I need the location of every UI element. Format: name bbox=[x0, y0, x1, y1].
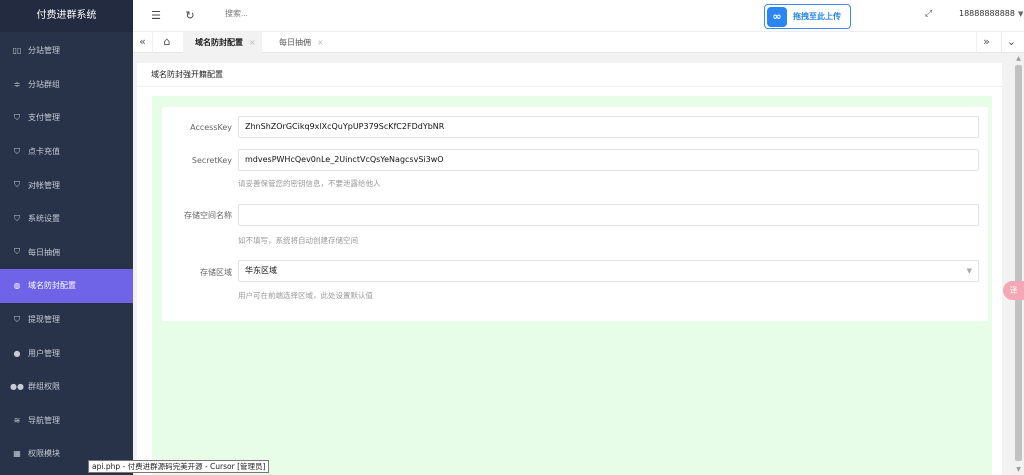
sidebar-menu: ▯▯ 分站管理 ≑ 分站群组 ⛉ 支付管理 ⛉ 点卡充值 ⛉ 对帐管理 ⛉ 系统设置 ⛉ 每日… bbox=[0, 34, 133, 471]
menu-toggle-icon[interactable]: ☰ bbox=[149, 9, 163, 23]
sidebar-item-site-groups[interactable]: ≑ 分站群组 bbox=[0, 68, 133, 102]
sidebar-item-withdrawal[interactable]: ⛉ 提现管理 bbox=[0, 303, 133, 337]
tab-label: 每日抽佣 bbox=[279, 38, 311, 47]
sliders-icon: ≑ bbox=[13, 79, 21, 89]
vertical-scrollbar[interactable]: ▲ ▼ bbox=[1013, 54, 1024, 475]
translate-float-button[interactable]: 译 bbox=[1003, 281, 1024, 300]
columns-icon: ▯▯ bbox=[12, 46, 22, 56]
search-input[interactable] bbox=[225, 9, 345, 18]
sidebar-item-label: 每日抽佣 bbox=[28, 247, 60, 257]
sidebar-item-site-management[interactable]: ▯▯ 分站管理 bbox=[0, 34, 133, 68]
tab-label: 域名防封配置 bbox=[195, 38, 243, 47]
bucket-label: 存储空间名称 bbox=[184, 211, 232, 220]
sidebar-item-label: 权限模块 bbox=[28, 449, 60, 459]
region-value: 华东区域 bbox=[245, 266, 277, 275]
cloud-logo-icon: ∞ bbox=[767, 6, 787, 27]
sidebar-item-payment[interactable]: ⛉ 支付管理 bbox=[0, 101, 133, 135]
sidebar-item-navigation[interactable]: ≋ 导航管理 bbox=[0, 404, 133, 438]
scroll-down-icon[interactable]: ▼ bbox=[1013, 465, 1024, 475]
secret-key-label: SecretKey bbox=[191, 156, 232, 165]
secret-key-help: 请妥善保管您的密钥信息，不要泄露给他人 bbox=[238, 179, 381, 188]
scrollbar-thumb[interactable] bbox=[1015, 65, 1022, 461]
top-header: ☰ ↻ ∞ 拖拽至此上传 ⤢ 18888888888▼ bbox=[133, 0, 1024, 32]
username: 18888888888 bbox=[959, 9, 1015, 18]
sidebar-item-daily-commission[interactable]: ⛉ 每日抽佣 bbox=[0, 236, 133, 270]
region-help: 用户可在前端选择区域，此处设置默认值 bbox=[238, 291, 373, 300]
translate-icon: 译 bbox=[1009, 286, 1018, 295]
layers-icon: ≋ bbox=[13, 415, 21, 425]
tabs-scroll-right-icon[interactable]: » bbox=[976, 32, 996, 53]
sidebar-item-label: 域名防封配置 bbox=[28, 281, 76, 291]
config-card: 域名防封強开籍配置 AccessKey ZhnShZOrGCikq9xlXcQu… bbox=[137, 63, 1002, 475]
sidebar-item-label: 用户管理 bbox=[28, 348, 60, 358]
sidebar-item-label: 群组权限 bbox=[28, 382, 60, 392]
card-title: 域名防封強开籍配置 bbox=[137, 63, 1002, 87]
sidebar-item-reconciliation[interactable]: ⛉ 对帐管理 bbox=[0, 168, 133, 202]
region-label: 存储区域 bbox=[200, 268, 232, 277]
shield-check-icon: ⛉ bbox=[14, 180, 20, 190]
sidebar: 付费进群系统 ▯▯ 分站管理 ≑ 分站群组 ⛉ 支付管理 ⛉ 点卡充值 ⛉ 对帐管理 ⛉ 系… bbox=[0, 0, 133, 475]
bucket-input[interactable] bbox=[238, 204, 979, 226]
shield-check-icon: ⛉ bbox=[14, 213, 20, 223]
users-icon: ●● bbox=[10, 382, 24, 392]
form-panel: AccessKey ZhnShZOrGCikq9xlXcQuYpUP379ScK… bbox=[162, 107, 988, 321]
scroll-up-icon[interactable]: ▲ bbox=[1013, 54, 1024, 64]
sidebar-item-label: 导航管理 bbox=[28, 415, 60, 425]
tab-domain-config[interactable]: 域名防封配置 × bbox=[183, 32, 262, 53]
shield-check-icon: ⛉ bbox=[14, 112, 20, 122]
access-key-input[interactable]: ZhnShZOrGCikq9xlXcQuYpUP379ScKfC2FDdYbNR bbox=[238, 116, 979, 138]
sidebar-item-domain-config[interactable]: ◍ 域名防封配置 bbox=[0, 269, 133, 303]
sidebar-item-label: 分站群组 bbox=[28, 79, 60, 89]
chevron-down-icon: ▼ bbox=[1018, 10, 1024, 18]
shield-check-icon: ⛉ bbox=[14, 146, 20, 156]
main-content: 域名防封強开籍配置 AccessKey ZhnShZOrGCikq9xlXcQu… bbox=[133, 54, 1013, 475]
tabs-dropdown-icon[interactable]: ⌄ bbox=[1001, 32, 1021, 53]
chevron-down-icon: ▼ bbox=[966, 267, 972, 275]
region-select[interactable]: 华东区域 ▼ bbox=[238, 260, 979, 282]
close-icon[interactable]: × bbox=[317, 38, 324, 47]
tabs-scroll-left-icon[interactable]: « bbox=[133, 32, 153, 53]
upload-label: 拖拽至此上传 bbox=[793, 12, 841, 21]
sidebar-item-label: 系统设置 bbox=[28, 214, 60, 224]
sidebar-item-label: 支付管理 bbox=[28, 113, 60, 123]
sidebar-item-system-settings[interactable]: ⛉ 系统设置 bbox=[0, 202, 133, 236]
grid-icon: ▦ bbox=[13, 449, 21, 459]
globe-icon: ◍ bbox=[13, 281, 21, 291]
home-tab-icon[interactable]: ⌂ bbox=[157, 32, 177, 53]
tab-bar: « ⌂ 域名防封配置 × 每日抽佣 × » ⌄ bbox=[133, 32, 1024, 53]
window-tooltip: api.php - 付费进群源码完美开源 - Cursor [管理员] bbox=[88, 460, 270, 473]
sidebar-item-label: 分站管理 bbox=[28, 46, 60, 56]
refresh-icon[interactable]: ↻ bbox=[183, 9, 197, 23]
sidebar-item-label: 提现管理 bbox=[28, 315, 60, 325]
sidebar-item-users[interactable]: ● 用户管理 bbox=[0, 336, 133, 370]
close-icon[interactable]: × bbox=[249, 38, 256, 47]
drag-upload-button[interactable]: ∞ 拖拽至此上传 bbox=[764, 4, 851, 29]
tab-daily-commission[interactable]: 每日抽佣 × bbox=[267, 32, 330, 53]
sidebar-item-card-recharge[interactable]: ⛉ 点卡充值 bbox=[0, 135, 133, 169]
access-key-label: AccessKey bbox=[190, 123, 232, 132]
form-area: AccessKey ZhnShZOrGCikq9xlXcQuYpUP379ScK… bbox=[152, 96, 992, 475]
fullscreen-icon[interactable]: ⤢ bbox=[925, 9, 937, 21]
user-menu[interactable]: 18888888888 ▼ bbox=[959, 9, 1023, 18]
shield-check-icon: ⛉ bbox=[14, 247, 20, 257]
user-icon: ● bbox=[13, 348, 21, 358]
bucket-help: 如不填写，系统将自动创建存储空间 bbox=[238, 236, 358, 245]
sidebar-item-label: 点卡充值 bbox=[28, 147, 60, 157]
sidebar-item-group-permissions[interactable]: ●● 群组权限 bbox=[0, 370, 133, 404]
secret-key-input[interactable]: mdvesPWHcQev0nLe_2UinctVcQsYeNagcsvSi3wO bbox=[238, 149, 979, 171]
shield-check-icon: ⛉ bbox=[14, 314, 20, 324]
sidebar-item-label: 对帐管理 bbox=[28, 180, 60, 190]
brand-title: 付费进群系统 bbox=[0, 0, 133, 32]
